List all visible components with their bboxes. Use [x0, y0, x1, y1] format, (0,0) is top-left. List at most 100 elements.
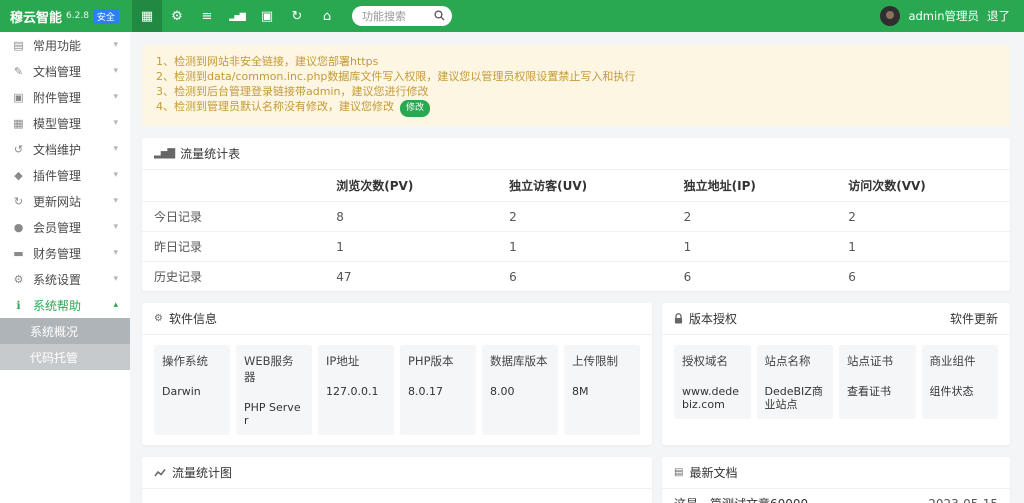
sidebar-item-label: 系统帮助 — [33, 297, 81, 314]
card-header: 流量统计图 — [142, 457, 652, 489]
card-title: 流量统计图 — [172, 464, 232, 481]
row-label: 历史记录 — [142, 262, 324, 292]
col-pv: 浏览次数(PV) — [324, 170, 497, 202]
chevron-down-icon: ▾ — [113, 248, 118, 258]
bar-chart-icon[interactable]: ▂▅▇ — [222, 0, 252, 32]
dashboard-grid-icon[interactable]: ▦ — [132, 0, 162, 32]
software-info-card: ⚙ 软件信息 操作系统 Darwin WEB服务器 PHP Server IP地… — [142, 303, 652, 445]
software-update-link[interactable]: 软件更新 — [950, 310, 998, 327]
traffic-stats-card: ▂▅▇ 流量统计表 浏览次数(PV) 独立访客(UV) 独立地址(IP) 访问次… — [142, 138, 1010, 291]
list-item: 这是一篇测试文章60000 2023-05-15 — [662, 489, 1010, 503]
card-title: 软件信息 — [169, 310, 217, 327]
license-boxes: 授权域名 www.dedebiz.com 站点名称 DedeBIZ商业站点 站点… — [662, 335, 1010, 429]
license-box-cert: 站点证书 查看证书 — [839, 345, 916, 419]
sidebar-item-label: 更新网站 — [33, 193, 81, 210]
folder-icon[interactable]: ▣ — [252, 0, 282, 32]
brand-name: 穆云智能 — [10, 7, 62, 26]
sidebar-item-label: 模型管理 — [33, 115, 81, 132]
alert-line: 1、检测到网站非安全链接，建议您部署https — [156, 54, 996, 69]
info-box-db: 数据库版本 8.00 — [482, 345, 558, 435]
avatar[interactable] — [880, 6, 900, 26]
topbar-right: admin管理员 退了 — [880, 6, 1024, 26]
cell-ip: 6 — [672, 262, 837, 292]
safe-badge: 安全 — [93, 9, 119, 24]
cell-pv: 1 — [324, 232, 497, 262]
topbar: 穆云智能 6.2.8 安全 ▦ ⚙ ≡ ▂▅▇ ▣ ↻ ⌂ admin管理员 退… — [0, 0, 1024, 32]
sidebar-item-label: 文档管理 — [33, 63, 81, 80]
col-vv: 访问次数(VV) — [836, 170, 1010, 202]
col-uv: 独立访客(UV) — [497, 170, 672, 202]
cell-uv: 1 — [497, 232, 672, 262]
info-icon: ℹ — [12, 299, 25, 312]
lock-icon — [674, 313, 683, 324]
info-label: 站点证书 — [847, 353, 908, 369]
license-card: 版本授权 软件更新 授权域名 www.dedebiz.com 站点名称 Dede… — [662, 303, 1010, 445]
info-label: 授权域名 — [682, 353, 743, 369]
submenu-item-label: 代码托管 — [30, 349, 78, 366]
info-label: 上传限制 — [572, 353, 632, 369]
member-icon: ● — [12, 221, 25, 234]
submenu-item-system-overview[interactable]: 系统概况 — [0, 318, 130, 344]
document-icon: ▤ — [674, 467, 683, 478]
maintain-icon: ↺ — [12, 143, 25, 156]
card-title: 版本授权 — [689, 310, 737, 327]
monitor-icon: ▤ — [12, 39, 25, 52]
info-label: 操作系统 — [162, 353, 222, 369]
info-box-upload: 上传限制 8M — [564, 345, 640, 435]
info-label: PHP版本 — [408, 353, 468, 369]
sidebar-item-label: 文档维护 — [33, 141, 81, 158]
sidebar-item-plugins[interactable]: ◆ 插件管理 ▾ — [0, 162, 130, 188]
sidebar-item-maintenance[interactable]: ↺ 文档维护 ▾ — [0, 136, 130, 162]
gears-icon: ⚙ — [154, 313, 163, 324]
chevron-down-icon: ▾ — [113, 170, 118, 180]
chart-docs-row: 流量统计图 2520151050 ▤ 最新文档 这是一篇测试文章60000 20… — [142, 457, 1010, 503]
info-box-php: PHP版本 8.0.17 — [400, 345, 476, 435]
cell-ip: 2 — [672, 202, 837, 232]
sidebar-item-label: 插件管理 — [33, 167, 81, 184]
view-cert-link[interactable]: 查看证书 — [847, 385, 908, 398]
info-label: WEB服务器 — [244, 353, 304, 385]
table-row: 昨日记录 1 1 1 1 — [142, 232, 1010, 262]
alert-line: 2、检测到data/common.inc.php数据库文件写入权限，建议您以管理… — [156, 69, 996, 84]
sidebar-item-models[interactable]: ▦ 模型管理 ▾ — [0, 110, 130, 136]
chevron-down-icon: ▾ — [113, 40, 118, 50]
gear-icon: ⚙ — [12, 273, 25, 286]
refresh-icon[interactable]: ↻ — [282, 0, 312, 32]
logout-button[interactable]: 退了 — [987, 8, 1010, 24]
sidebar-item-members[interactable]: ● 会员管理 ▾ — [0, 214, 130, 240]
sidebar-item-help[interactable]: ℹ 系统帮助 ▴ — [0, 292, 130, 318]
sidebar-item-documents[interactable]: ✎ 文档管理 ▾ — [0, 58, 130, 84]
gear-icon[interactable]: ⚙ — [162, 0, 192, 32]
sidebar-item-update-site[interactable]: ↻ 更新网站 ▾ — [0, 188, 130, 214]
username[interactable]: admin管理员 — [908, 8, 979, 24]
document-icon: ✎ — [12, 65, 25, 78]
info-value: www.dedebiz.com — [682, 385, 743, 411]
menu-icon[interactable]: ≡ — [192, 0, 222, 32]
sidebar-item-label: 系统设置 — [33, 271, 81, 288]
info-value: 8.0.17 — [408, 385, 468, 398]
model-icon: ▦ — [12, 117, 25, 130]
component-status-link[interactable]: 组件状态 — [930, 385, 991, 398]
traffic-chart-svg: 2520151050 — [144, 493, 638, 503]
card-header: ▂▅▇ 流量统计表 — [142, 138, 1010, 170]
submenu-item-code-hosting[interactable]: 代码托管 — [0, 344, 130, 370]
info-label: 站点名称 — [765, 353, 826, 369]
sidebar-item-common[interactable]: ▤ 常用功能 ▾ — [0, 32, 130, 58]
sidebar-item-attachments[interactable]: ▣ 附件管理 ▾ — [0, 84, 130, 110]
chevron-down-icon: ▾ — [113, 274, 118, 284]
info-label: IP地址 — [326, 353, 386, 369]
home-icon[interactable]: ⌂ — [312, 0, 342, 32]
license-box-component: 商业组件 组件状态 — [922, 345, 999, 419]
doc-title-link[interactable]: 这是一篇测试文章60000 — [674, 495, 808, 503]
sidebar-item-settings[interactable]: ⚙ 系统设置 ▾ — [0, 266, 130, 292]
fix-button[interactable]: 修改 — [400, 100, 430, 117]
info-value: 8.00 — [490, 385, 550, 398]
chevron-down-icon: ▾ — [113, 144, 118, 154]
sidebar-item-finance[interactable]: ▬ 财务管理 ▾ — [0, 240, 130, 266]
info-value: 8M — [572, 385, 632, 398]
info-box-webserver: WEB服务器 PHP Server — [236, 345, 312, 435]
refresh-icon: ↻ — [12, 195, 25, 208]
table-row: 历史记录 47 6 6 6 — [142, 262, 1010, 292]
info-value: Darwin — [162, 385, 222, 398]
sidebar-item-label: 常用功能 — [33, 37, 81, 54]
